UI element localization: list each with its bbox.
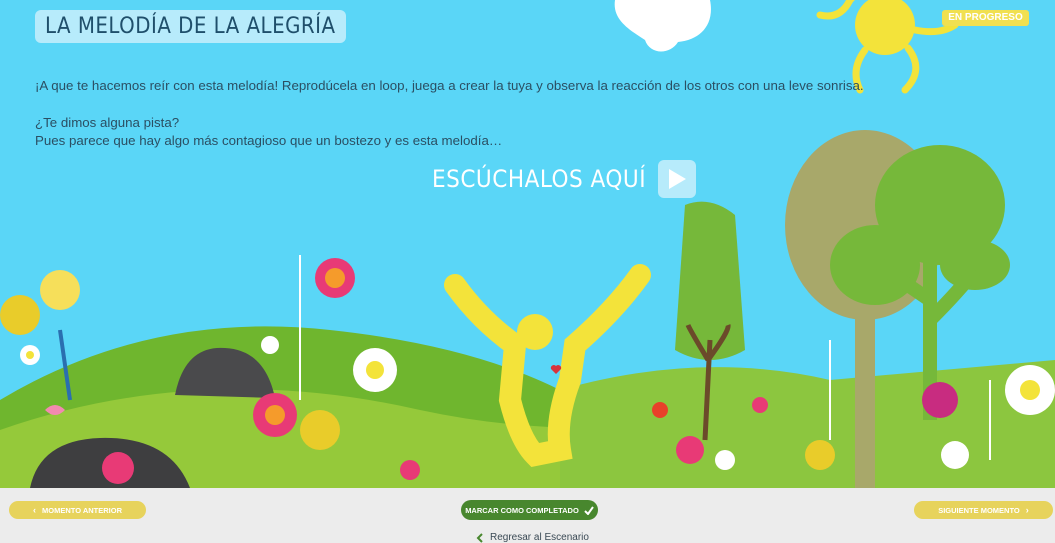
- footer-nav: ‹ MOMENTO ANTERIOR MARCAR COMO COMPLETAD…: [0, 488, 1055, 543]
- hint-text: Pues parece que hay algo más contagioso …: [35, 133, 503, 148]
- check-icon: [584, 505, 594, 515]
- play-button[interactable]: [658, 160, 697, 198]
- back-to-scenario-link[interactable]: Regresar al Escenario: [475, 532, 589, 543]
- listen-button[interactable]: ESCÚCHALOS AQUÍ: [432, 160, 697, 198]
- meadow-illustration: [0, 0, 1055, 488]
- next-moment-button[interactable]: SIGUIENTE MOMENTO ›: [914, 501, 1053, 519]
- listen-label: ESCÚCHALOS AQUÍ: [432, 165, 647, 193]
- previous-moment-button[interactable]: ‹ MOMENTO ANTERIOR: [9, 501, 146, 519]
- chevron-left-icon: [476, 532, 483, 543]
- back-to-scenario-label: Regresar al Escenario: [490, 532, 589, 543]
- mark-complete-button[interactable]: MARCAR COMO COMPLETADO: [461, 500, 598, 520]
- illustration-scene: LA MELODÍA DE LA ALEGRÍA EN PROGRESO ¡A …: [0, 0, 1055, 488]
- previous-moment-label: MOMENTO ANTERIOR: [42, 505, 122, 515]
- intro-text: ¡A que te hacemos reír con esta melodía!…: [35, 78, 864, 93]
- status-badge: EN PROGRESO: [942, 10, 1029, 26]
- play-icon: [669, 169, 687, 189]
- next-moment-label: SIGUIENTE MOMENTO: [938, 505, 1020, 515]
- hint-question: ¿Te dimos alguna pista?: [35, 115, 180, 130]
- mark-complete-label: MARCAR COMO COMPLETADO: [465, 505, 579, 515]
- chevron-right-icon: ›: [1025, 505, 1029, 515]
- chevron-left-icon: ‹: [33, 505, 36, 515]
- page-title: LA MELODÍA DE LA ALEGRÍA: [35, 10, 346, 43]
